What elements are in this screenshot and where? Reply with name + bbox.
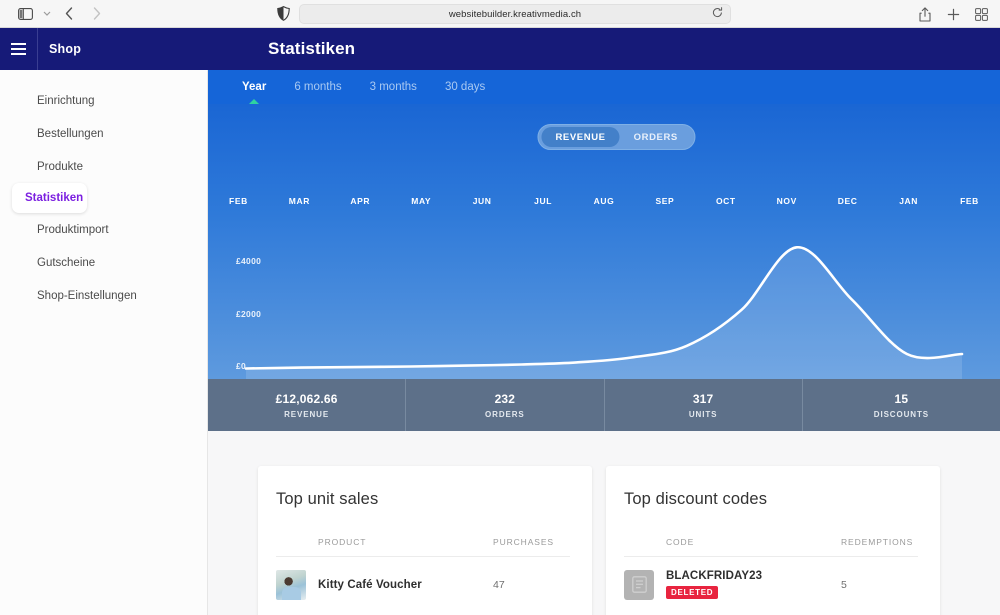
product-purchases: 47 [493,578,505,591]
stat-value: £12,062.66 [275,391,338,406]
sidebar-item-gutscheine[interactable]: Gutscheine [12,246,195,279]
sidebar-item-einrichtung[interactable]: Einrichtung [12,84,195,117]
tab-overview-icon[interactable] [972,4,990,24]
stat-orders: 232 ORDERS [406,379,605,431]
stat-label: UNITS [688,409,718,419]
privacy-shield-icon[interactable] [277,5,291,22]
column-header-product: PRODUCT [318,537,367,547]
new-tab-icon[interactable] [944,4,962,24]
sidebar: Einrichtung Bestellungen Produkte Statis… [0,70,208,615]
discount-code-name: BLACKFRIDAY23 [666,569,763,582]
sidebar-item-produktimport[interactable]: Produktimport [12,213,195,246]
period-tabs: Year 6 months 3 months 30 days [208,70,1000,104]
tab-label: Year [242,81,267,93]
main-content: Year 6 months 3 months 30 days REVENUE O… [208,70,1000,615]
stat-value: 15 [894,391,909,406]
app-header: Shop Statistiken [0,28,1000,70]
product-name: Kitty Café Voucher [318,578,422,591]
stat-value: 317 [692,391,714,406]
tab-30-days[interactable]: 30 days [443,70,487,104]
stat-discounts: 15 DISCOUNTS [803,379,1000,431]
status-badge: DELETED [666,585,719,599]
tab-label: 6 months [294,81,342,93]
table-header: PRODUCT PURCHASES [276,537,570,557]
stat-label: DISCOUNTS [873,409,929,419]
sidebar-item-bestellungen[interactable]: Bestellungen [12,117,195,150]
chevron-down-icon[interactable] [40,4,54,24]
cards-row: Top unit sales PRODUCT PURCHASES Kitty C… [208,431,1000,615]
hamburger-menu-icon[interactable] [0,28,38,70]
stat-label: ORDERS [485,409,525,419]
revenue-chart: REVENUE ORDERS FEB MAR APR MAY JUN JUL A… [208,104,1000,379]
chart-plot [244,246,964,379]
reload-icon[interactable] [712,5,723,23]
sidebar-item-shop-einstellungen[interactable]: Shop-Einstellungen [12,279,195,312]
url-input[interactable]: websitebuilder.kreativmedia.ch [299,4,731,24]
address-bar-group: websitebuilder.kreativmedia.ch [277,4,731,24]
browser-actions [916,0,990,28]
table-row[interactable]: BLACKFRIDAY23 DELETED 5 [624,557,918,601]
stat-units: 317 UNITS [605,379,803,431]
sidebar-item-label: Gutscheine [37,256,96,269]
document-icon [624,569,654,600]
sidebar-item-label: Produktimport [37,223,109,236]
table-header: CODE REDEMPTIONS [624,537,918,557]
column-header-redemptions: REDEMPTIONS [841,537,914,547]
card-title: Top discount codes [624,490,768,508]
tab-year[interactable]: Year [240,70,268,104]
table-row[interactable]: Kitty Café Voucher 47 [276,557,570,601]
browser-toolbar: websitebuilder.kreativmedia.ch [0,0,1000,28]
column-header-code: CODE [666,537,695,547]
stat-label: REVENUE [284,409,330,419]
tab-label: 30 days [444,81,486,93]
sidebar-toggle-icon[interactable] [12,4,38,24]
product-photo-icon [276,569,306,600]
app-body: Einrichtung Bestellungen Produkte Statis… [0,70,1000,615]
sidebar-item-label: Bestellungen [37,127,104,140]
card-top-unit-sales: Top unit sales PRODUCT PURCHASES Kitty C… [258,466,592,615]
sidebar-item-label: Statistiken [25,192,84,204]
browser-nav-controls [0,4,110,24]
tab-3-months[interactable]: 3 months [368,70,419,104]
sidebar-item-produkte[interactable]: Produkte [12,150,195,183]
tab-label: 3 months [369,81,417,93]
card-title: Top unit sales [276,490,379,508]
share-icon[interactable] [916,4,934,24]
sidebar-item-label: Shop-Einstellungen [37,289,137,302]
column-header-purchases: PURCHASES [493,537,555,547]
discount-redemptions: 5 [841,578,847,591]
tab-6-months[interactable]: 6 months [292,70,343,104]
stat-revenue: £12,062.66 REVENUE [208,379,407,431]
sidebar-item-label: Einrichtung [37,94,95,107]
product-name-cell: Kitty Café Voucher [318,579,493,591]
discount-code-cell: BLACKFRIDAY23 DELETED [666,570,841,600]
shop-label[interactable]: Shop [38,42,81,56]
back-arrow-icon[interactable] [56,4,82,24]
stat-value: 232 [494,391,516,406]
url-text: websitebuilder.kreativmedia.ch [448,8,582,20]
summary-stats: £12,062.66 REVENUE 232 ORDERS 317 UNITS … [208,379,1000,431]
sidebar-item-label: Produkte [37,160,84,173]
sidebar-item-statistiken[interactable]: Statistiken [12,183,87,213]
page-title: Statistiken [268,39,356,58]
card-top-discount-codes: Top discount codes CODE REDEMPTIONS BLAC… [606,466,940,615]
forward-arrow-icon [84,4,110,24]
